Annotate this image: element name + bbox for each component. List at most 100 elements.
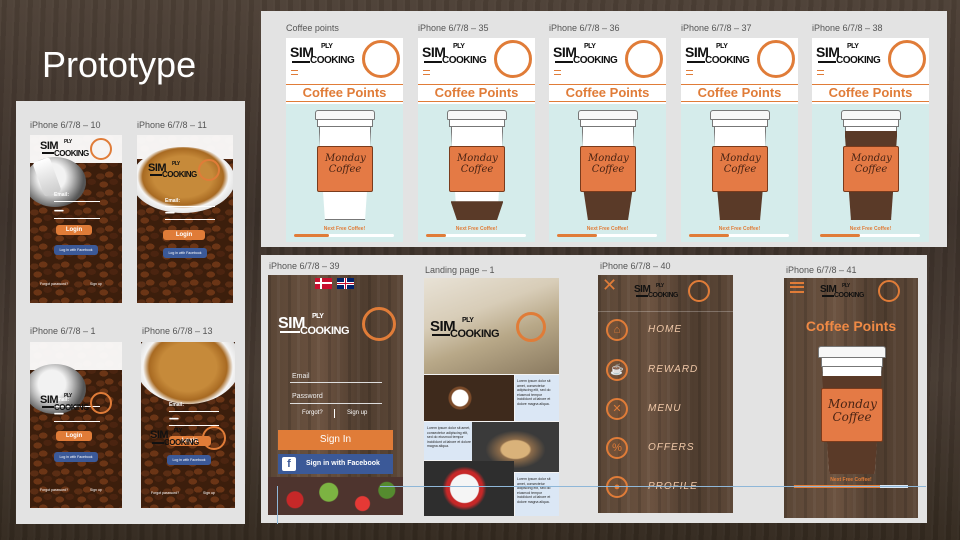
text-block: Lorem ipsum dolor sit amet, consectetur …	[515, 473, 559, 516]
signup-link[interactable]: Sign up	[90, 488, 102, 492]
cup-sleeve-text: Monday Coffee	[457, 153, 498, 175]
artboard-label: Landing page – 1	[425, 265, 495, 275]
hamburger-menu-icon[interactable]	[790, 282, 804, 293]
email-field[interactable]	[165, 206, 215, 207]
menu-item-home[interactable]: ⌂ HOME	[598, 314, 733, 348]
flag-denmark-icon[interactable]	[315, 278, 332, 289]
facebook-login-button[interactable]: Log in with Facebook	[163, 248, 207, 258]
landing-paragraph: Lorem ipsum dolor sit amet, consectetur …	[517, 477, 551, 504]
coffee-fill-level	[450, 201, 504, 220]
small-login-screen-1: Email: •••••••• Login Log in with Facebo…	[30, 342, 122, 508]
hamburger-menu-icon[interactable]	[686, 70, 693, 75]
email-field[interactable]	[54, 201, 100, 202]
login-screen-39: SIM PLY COOKING Email Password Forgot? S…	[268, 275, 403, 515]
menu-item-profile[interactable]: ● PROFILE	[598, 471, 733, 505]
cup-sleeve-text: Monday Coffee	[325, 153, 366, 175]
points-title: Coffee Points	[805, 318, 897, 334]
progress-label: Next Free Coffee!	[718, 226, 761, 232]
facebook-login-button[interactable]: Log in with Facebook	[167, 455, 211, 465]
email-field[interactable]	[290, 382, 382, 383]
signup-link[interactable]: Sign up	[90, 282, 102, 286]
divider	[598, 311, 733, 312]
menu-item-menu[interactable]: ✕ MENU	[598, 393, 733, 427]
password-underline	[54, 421, 100, 422]
simply-cooking-logo: SIM PLY COOKING	[634, 280, 712, 304]
artboard-label: iPhone 6/7/8 – 38	[812, 23, 883, 33]
link-divider	[334, 409, 335, 418]
points-title: Coffee Points	[286, 84, 403, 102]
simply-cooking-logo: SIM PLY COOKING	[290, 40, 400, 80]
simply-cooking-logo: SIM PLY COOKING	[40, 138, 114, 160]
points-progress-bar	[557, 234, 657, 237]
login-button[interactable]: Login	[56, 225, 92, 235]
simply-cooking-logo: SIM PLY COOKING	[422, 40, 532, 80]
artboard-label: iPhone 6/7/8 – 11	[137, 120, 207, 130]
artboard-label: iPhone 6/7/8 – 1	[30, 326, 96, 336]
simply-cooking-logo: SIM PLY COOKING	[430, 312, 550, 344]
progress-label: Next Free Coffee!	[830, 477, 872, 483]
points-title: Coffee Points	[549, 84, 666, 102]
text-block: Lorem ipsum dolor sit amet, consectetur …	[515, 375, 559, 421]
email-label: Email:	[54, 192, 70, 198]
hamburger-menu-icon[interactable]	[291, 70, 298, 75]
progress-fill	[557, 234, 597, 237]
facebook-icon: f	[282, 457, 296, 471]
cup-sleeve-text: Monday Coffee	[851, 153, 892, 175]
forgot-link[interactable]: Forgot password?	[151, 491, 179, 495]
facebook-login-button[interactable]: Log in with Facebook	[54, 452, 98, 462]
slide-title: Prototype	[42, 44, 197, 85]
profile-icon: ●	[606, 476, 628, 498]
password-field[interactable]: ••••••••	[169, 417, 179, 423]
login-button[interactable]: Login	[163, 230, 205, 240]
progress-label: Next Free Coffee!	[455, 226, 498, 232]
menu-item-label: HOME	[648, 324, 682, 335]
menu-screen-40: ✕ SIM PLY COOKING ⌂ HOME ☕ REWARD ✕ MENU…	[598, 275, 733, 513]
menu-item-offers[interactable]: % OFFERS	[598, 432, 733, 466]
password-field[interactable]	[290, 403, 382, 404]
signup-link[interactable]: Sign up	[347, 410, 367, 416]
artboard-label: Coffee points	[286, 23, 339, 33]
menu-item-reward[interactable]: ☕ REWARD	[598, 354, 733, 388]
simply-cooking-logo: SIM PLY COOKING	[150, 426, 228, 450]
close-icon[interactable]: ✕	[602, 276, 618, 294]
flag-uk-icon[interactable]	[337, 278, 354, 289]
progress-fill	[426, 234, 446, 237]
menu-item-label: OFFERS	[648, 442, 695, 453]
email-label: Email:	[169, 402, 185, 408]
password-field[interactable]: ••••••••	[54, 209, 64, 215]
facebook-login-button[interactable]: Log in with Facebook	[54, 245, 98, 255]
password-underline	[165, 219, 215, 220]
points-title: Coffee Points	[681, 84, 798, 102]
signup-link[interactable]: Sign up	[203, 491, 215, 495]
coffee-points-screen: SIM PLY COOKING Coffee Points Monday Cof…	[812, 38, 929, 242]
hamburger-menu-icon[interactable]	[423, 70, 430, 75]
reward-icon: ☕	[606, 359, 628, 381]
sign-in-button[interactable]: Sign In	[278, 430, 393, 450]
small-login-screen-10: Email: •••••••• Login Log in with Facebo…	[30, 135, 122, 303]
artboard-label: iPhone 6/7/8 – 40	[600, 261, 671, 271]
artboard-label: iPhone 6/7/8 – 39	[269, 261, 340, 271]
login-button[interactable]: Login	[56, 431, 92, 441]
email-field[interactable]	[169, 411, 219, 412]
password-underline	[54, 218, 100, 219]
cup-sleeve-text: Monday Coffee	[588, 153, 629, 175]
simply-cooking-logo: SIM PLY COOKING	[40, 392, 114, 414]
coffee-cup-graphic: Monday Coffee	[578, 110, 638, 220]
facebook-signin-button[interactable]: f Sign in with Facebook	[278, 454, 393, 474]
simply-cooking-logo: SIM PLY COOKING	[553, 40, 663, 80]
food-bowl-photo	[424, 461, 514, 516]
points-title: Coffee Points	[812, 84, 929, 102]
forgot-link[interactable]: Forgot?	[302, 410, 323, 416]
hamburger-menu-icon[interactable]	[554, 70, 561, 75]
email-label: Email:	[165, 198, 181, 204]
hamburger-menu-icon[interactable]	[817, 70, 824, 75]
points-screen-41: SIM PLY COOKING Coffee Points Monday Cof…	[784, 278, 918, 518]
forgot-link[interactable]: Forgot password?	[40, 488, 68, 492]
points-progress-bar	[426, 234, 526, 237]
menu-item-label: REWARD	[648, 364, 699, 375]
forgot-link[interactable]: Forgot password?	[40, 282, 68, 286]
progress-label: Next Free Coffee!	[849, 226, 892, 232]
password-field[interactable]: ••••••••	[165, 211, 175, 217]
facebook-button-label: Sign in with Facebook	[306, 460, 380, 467]
coffee-cup-graphic: Monday Coffee	[818, 346, 886, 474]
